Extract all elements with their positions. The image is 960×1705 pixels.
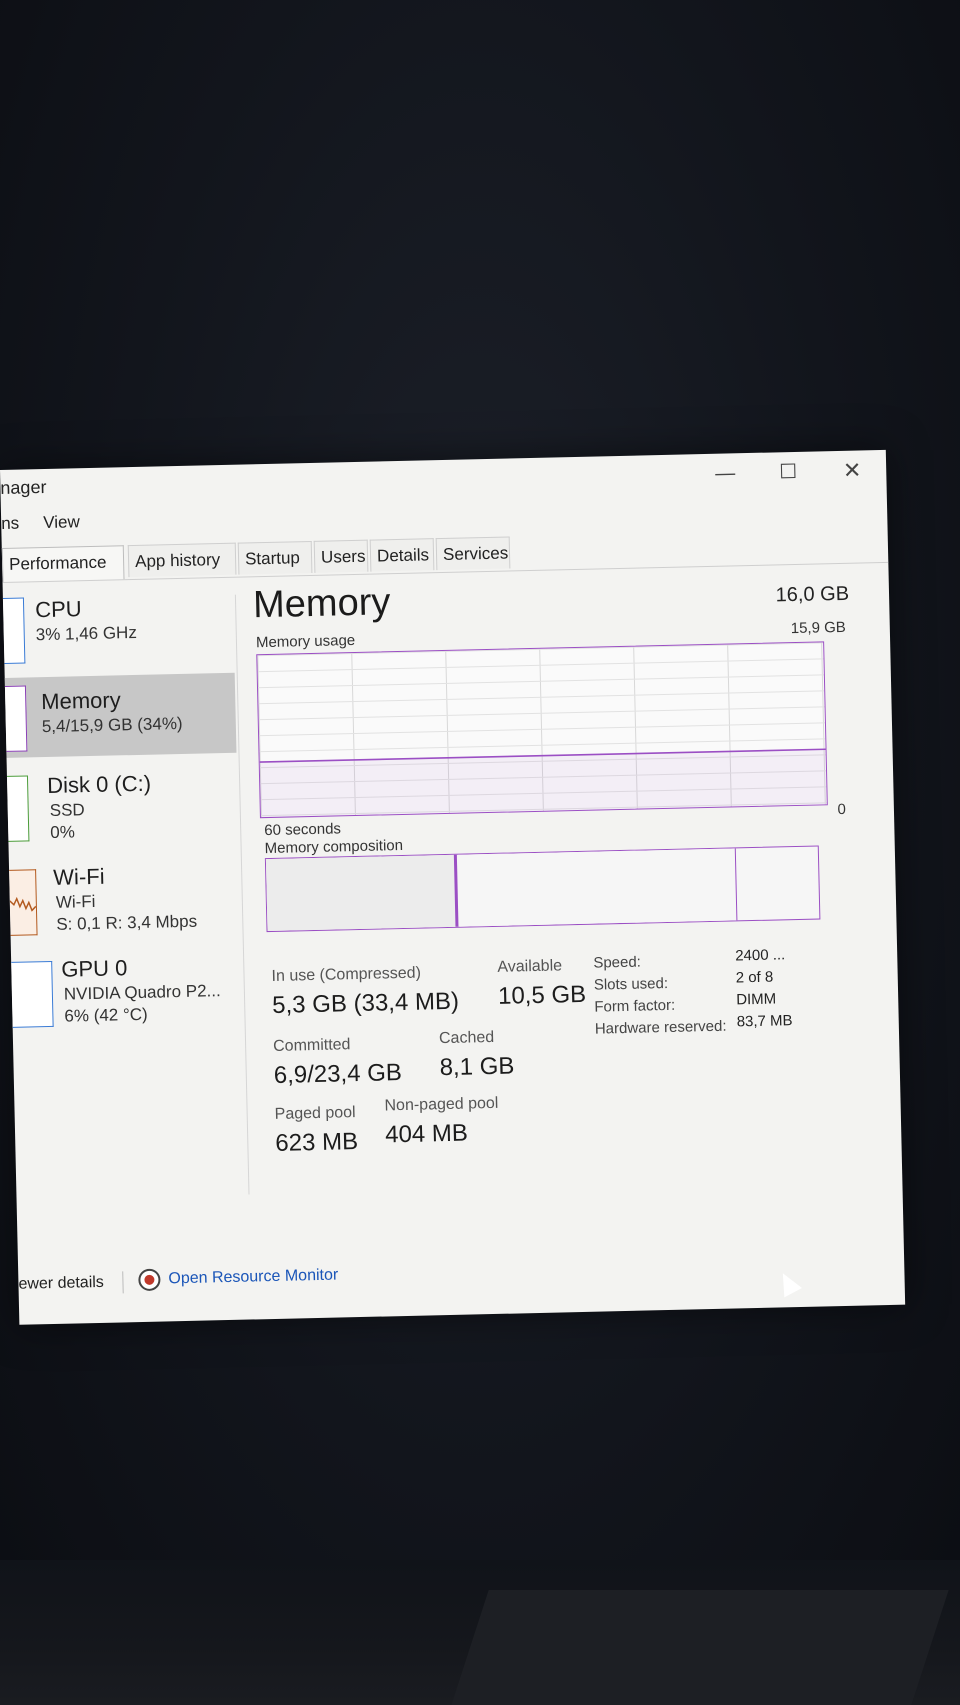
hardware-reserved-label: Hardware reserved: (594, 1017, 727, 1038)
sidebar-wifi-name: Wi-Fi (52, 863, 105, 890)
minimize-button[interactable]: — (705, 459, 746, 488)
memory-thumbnail-graph (4, 685, 28, 752)
memory-panel: Memory 16,0 GB Memory usage 15,9 GB 60 s… (253, 565, 868, 1228)
sidebar-wifi-sub2: S: 0,1 R: 3,4 Mbps (56, 911, 198, 934)
maximize-button[interactable]: ☐ (768, 458, 809, 487)
fewer-details-link[interactable]: ewer details (18, 1274, 104, 1294)
sidebar-item-wifi[interactable]: Wi-Fi Wi-Fi S: 0,1 R: 3,4 Mbps (9, 857, 241, 942)
sidebar-item-disk[interactable]: Disk 0 (C:) SSD 0% (6, 765, 239, 850)
sidebar-cpu-name: CPU (34, 596, 82, 623)
memory-total: 16,0 GB (775, 582, 850, 607)
graph-time-label: 60 seconds (264, 820, 342, 840)
sidebar-disk-sub2: 0% (50, 822, 76, 842)
tab-app-history[interactable]: App history (127, 542, 237, 578)
footer-bar: ewer details Open Resource Monitor (18, 1252, 619, 1306)
sidebar-disk-sub1: SSD (49, 800, 85, 820)
memory-usage-line (259, 748, 827, 818)
sidebar-cpu-sub: 3% 1,46 GHz (35, 622, 138, 645)
hardware-reserved-value: 83,7 MB (736, 1012, 793, 1031)
menu-bar: ns View (1, 512, 80, 540)
tab-startup[interactable]: Startup (237, 540, 313, 575)
memory-composition-bar (264, 845, 821, 933)
nonpaged-pool-value: 404 MB (384, 1119, 469, 1149)
memory-usage-max: 15,9 GB (790, 618, 846, 638)
resource-monitor-icon[interactable] (138, 1268, 161, 1292)
available-value: 10,5 GB (497, 980, 587, 1010)
menu-view[interactable]: View (43, 512, 80, 533)
memory-composition-label: Memory composition (264, 836, 404, 858)
available-label: Available (497, 957, 563, 976)
wifi-activity-sparkline (9, 896, 37, 912)
committed-value: 6,9/23,4 GB (273, 1059, 403, 1089)
monitor-stand (451, 1590, 949, 1705)
sidebar-memory-sub: 5,4/15,9 GB (34%) (41, 713, 183, 737)
cpu-thumbnail-graph (2, 597, 26, 664)
speed-value: 2400 ... (735, 946, 786, 965)
tab-details[interactable]: Details (369, 538, 435, 572)
gpu-thumbnail-graph (11, 960, 54, 1028)
tab-performance[interactable]: Performance (1, 545, 125, 582)
composition-in-use (265, 854, 459, 932)
graph-zero-label: 0 (837, 800, 847, 819)
in-use-value: 5,3 GB (33,4 MB) (271, 987, 460, 1019)
resource-sidebar: CPU 3% 1,46 GHz Memory 5,4/15,9 GB (34%)… (2, 579, 250, 1234)
paged-pool-label: Paged pool (274, 1104, 356, 1123)
form-factor-value: DIMM (736, 990, 777, 1009)
footer-separator (122, 1271, 124, 1294)
nonpaged-pool-label: Non-paged pool (384, 1094, 499, 1115)
task-manager-window: nager — ☐ ✕ ns View Performance App hist… (0, 449, 906, 1325)
page-title: Memory (252, 581, 391, 627)
sidebar-item-cpu[interactable]: CPU 3% 1,46 GHz (2, 589, 235, 668)
committed-label: Committed (272, 1036, 351, 1055)
close-button[interactable]: ✕ (832, 456, 873, 485)
slots-used-label: Slots used: (593, 974, 669, 994)
sidebar-memory-name: Memory (40, 687, 121, 715)
sidebar-gpu-sub1: NVIDIA Quadro P2... (63, 981, 221, 1004)
sidebar-gpu-name: GPU 0 (61, 955, 128, 982)
sidebar-wifi-sub1: Wi-Fi (55, 891, 96, 912)
memory-usage-label: Memory usage (255, 631, 356, 652)
sidebar-gpu-sub2: 6% (42 °C) (64, 1004, 148, 1026)
slots-used-value: 2 of 8 (735, 968, 774, 987)
sidebar-item-memory[interactable]: Memory 5,4/15,9 GB (34%) (4, 672, 237, 758)
window-title: nager (0, 476, 47, 498)
wifi-thumbnail-graph (9, 869, 38, 936)
open-resource-monitor-link[interactable]: Open Resource Monitor (168, 1267, 338, 1289)
tab-users[interactable]: Users (313, 539, 369, 573)
form-factor-label: Form factor: (594, 996, 676, 1016)
cached-value: 8,1 GB (439, 1052, 515, 1082)
title-bar: nager — ☐ ✕ (0, 450, 887, 510)
menu-options[interactable]: ns (1, 514, 19, 534)
memory-usage-graph (256, 641, 828, 819)
disk-thumbnail-graph (6, 775, 30, 842)
tab-services[interactable]: Services (435, 536, 511, 571)
cached-label: Cached (438, 1028, 495, 1048)
in-use-label: In use (Compressed) (271, 964, 422, 985)
sidebar-disk-name: Disk 0 (C:) (46, 770, 152, 799)
composition-standby (457, 848, 738, 927)
speed-label: Speed: (593, 953, 642, 972)
paged-pool-value: 623 MB (275, 1128, 359, 1157)
sidebar-item-gpu[interactable]: GPU 0 NVIDIA Quadro P2... 6% (42 °C) (11, 949, 243, 1034)
